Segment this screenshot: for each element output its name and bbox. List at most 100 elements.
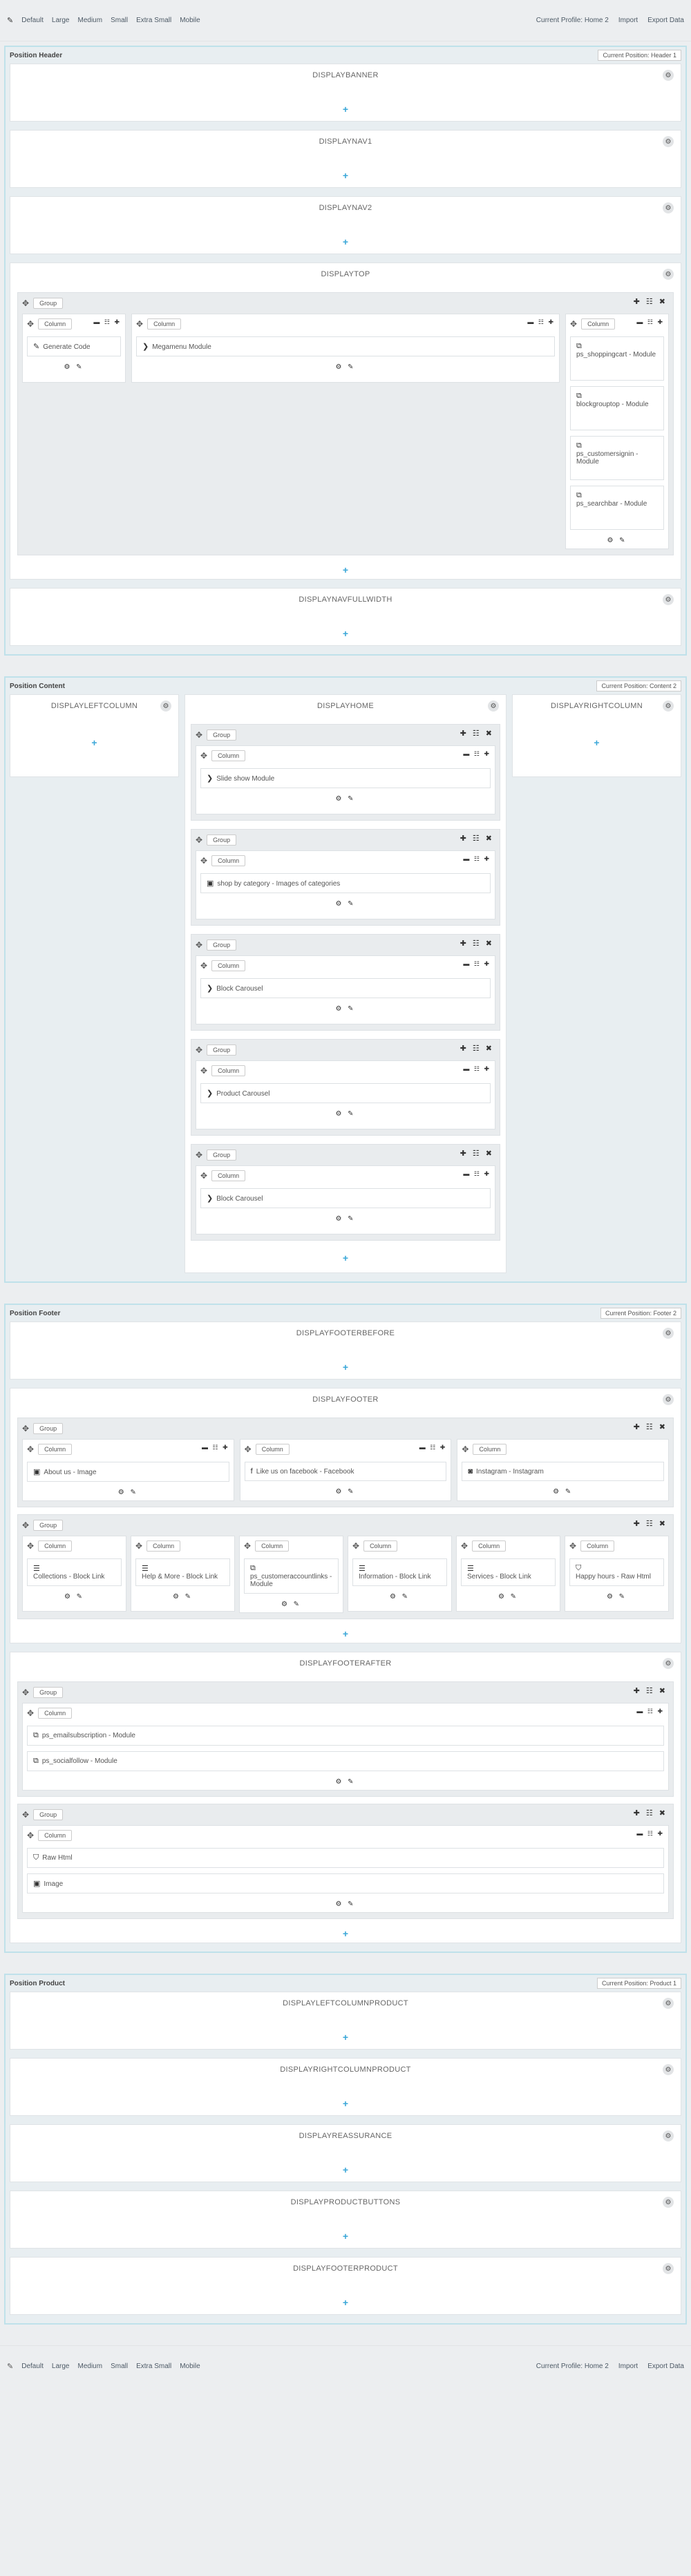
column-dropdown[interactable]: Column bbox=[255, 1444, 290, 1455]
group-tools[interactable]: ✚ ☷ ✖ bbox=[460, 1044, 494, 1053]
device-extra-small[interactable]: Extra Small bbox=[136, 2363, 171, 2370]
column-dropdown[interactable]: Column bbox=[580, 1540, 615, 1552]
gear-icon[interactable]: ⚙ bbox=[663, 2130, 674, 2141]
column-dropdown[interactable]: Column bbox=[211, 1065, 246, 1076]
move-icon[interactable]: ✥ bbox=[22, 1688, 29, 1697]
gear-icon[interactable]: ⚙ bbox=[663, 2064, 674, 2075]
group-dropdown[interactable]: Group bbox=[207, 939, 237, 951]
gear-icon[interactable]: ⚙ bbox=[663, 700, 674, 712]
module-raw-html[interactable]: ⛉ Raw Html bbox=[27, 1848, 664, 1868]
move-icon[interactable]: ✥ bbox=[22, 298, 29, 308]
column-actions[interactable]: ⚙ ✎ bbox=[200, 1110, 491, 1118]
column-actions[interactable]: ⚙ ✎ bbox=[27, 1593, 122, 1601]
add-icon[interactable]: + bbox=[10, 2293, 681, 2311]
column-tools[interactable]: ▬ ☷ ✚ bbox=[527, 318, 555, 326]
move-icon[interactable]: ✥ bbox=[200, 856, 207, 866]
add-icon[interactable]: + bbox=[513, 734, 681, 752]
column-tools[interactable]: ▬ ☷ ✚ bbox=[636, 318, 664, 326]
gear-icon[interactable]: ⚙ bbox=[663, 1998, 674, 2009]
column-tools[interactable]: ▬ ☷ ✚ bbox=[463, 960, 491, 968]
group-dropdown[interactable]: Group bbox=[33, 1423, 64, 1434]
module-slideshow[interactable]: ❯ Slide show Module bbox=[200, 768, 491, 788]
column-dropdown[interactable]: Column bbox=[38, 1444, 73, 1455]
gear-icon[interactable]: ⚙ bbox=[663, 1658, 674, 1669]
module-emailsubscription[interactable]: ⧉ ps_emailsubscription - Module bbox=[27, 1726, 664, 1746]
column-actions[interactable]: ⚙ ✎ bbox=[570, 537, 664, 544]
group-tools[interactable]: ✚ ☷ ✖ bbox=[634, 297, 668, 306]
module-about-us[interactable]: ▣ About us - Image bbox=[27, 1462, 229, 1482]
gear-icon[interactable]: ⚙ bbox=[663, 202, 674, 213]
module-socialfollow[interactable]: ⧉ ps_socialfollow - Module bbox=[27, 1751, 664, 1771]
add-icon[interactable]: + bbox=[10, 624, 681, 642]
device-extra-small[interactable]: Extra Small bbox=[136, 17, 171, 24]
module-collections[interactable]: ☰ Collections - Block Link bbox=[27, 1558, 122, 1586]
group-dropdown[interactable]: Group bbox=[207, 834, 237, 846]
column-actions[interactable]: ⚙ ✎ bbox=[244, 1601, 339, 1608]
device-mobile[interactable]: Mobile bbox=[180, 17, 200, 24]
module-shop-by-category[interactable]: ▣ shop by category - Images of categories bbox=[200, 873, 491, 893]
device-large[interactable]: Large bbox=[52, 17, 70, 24]
module-instagram[interactable]: ◙ Instagram - Instagram bbox=[462, 1462, 665, 1481]
column-dropdown[interactable]: Column bbox=[472, 1540, 507, 1552]
import-button[interactable]: Import bbox=[618, 2363, 638, 2370]
group-tools[interactable]: ✚ ☷ ✖ bbox=[634, 1686, 668, 1695]
group-dropdown[interactable]: Group bbox=[33, 1520, 64, 1531]
move-icon[interactable]: ✥ bbox=[27, 1831, 34, 1840]
column-dropdown[interactable]: Column bbox=[255, 1540, 290, 1552]
import-button[interactable]: Import bbox=[618, 17, 638, 24]
group-dropdown[interactable]: Group bbox=[33, 1809, 64, 1820]
move-icon[interactable]: ✥ bbox=[462, 1444, 468, 1454]
gear-icon[interactable]: ⚙ bbox=[663, 70, 674, 81]
device-mobile[interactable]: Mobile bbox=[180, 2363, 200, 2370]
group-dropdown[interactable]: Group bbox=[207, 1044, 237, 1056]
add-icon[interactable]: + bbox=[10, 2161, 681, 2179]
module-megamenu[interactable]: ❯ Megamenu Module bbox=[136, 336, 555, 356]
current-profile-button[interactable]: Current Profile: Home 2 bbox=[536, 17, 609, 24]
export-button[interactable]: Export Data bbox=[647, 17, 684, 24]
group-tools[interactable]: ✚ ☷ ✖ bbox=[460, 729, 494, 738]
column-actions[interactable]: ⚙ ✎ bbox=[200, 1215, 491, 1223]
column-actions[interactable]: ⚙ ✎ bbox=[27, 1489, 229, 1496]
device-large[interactable]: Large bbox=[52, 2363, 70, 2370]
add-icon[interactable]: + bbox=[10, 2095, 681, 2112]
group-tools[interactable]: ✚ ☷ ✖ bbox=[460, 1149, 494, 1158]
gear-icon[interactable]: ⚙ bbox=[663, 594, 674, 605]
column-tools[interactable]: ▬ ☷ ✚ bbox=[463, 1170, 491, 1178]
move-icon[interactable]: ✥ bbox=[135, 1541, 142, 1551]
column-actions[interactable]: ⚙ ✎ bbox=[569, 1593, 664, 1601]
add-icon[interactable]: + bbox=[10, 166, 681, 184]
move-icon[interactable]: ✥ bbox=[27, 1444, 34, 1454]
module-blockgrouptop[interactable]: ⧉ blockgrouptop - Module bbox=[570, 386, 664, 430]
column-dropdown[interactable]: Column bbox=[211, 750, 246, 761]
export-button[interactable]: Export Data bbox=[647, 2363, 684, 2370]
module-facebook[interactable]: f Like us on facebook - Facebook bbox=[244, 1462, 447, 1481]
move-icon[interactable]: ✥ bbox=[22, 1810, 29, 1820]
add-icon[interactable]: + bbox=[10, 233, 681, 251]
column-tools[interactable]: ▬ ☷ ✚ bbox=[419, 1444, 447, 1451]
add-icon[interactable]: + bbox=[10, 734, 178, 752]
position-profile-button[interactable]: Current Position: Product 1 bbox=[596, 1978, 681, 1989]
column-dropdown[interactable]: Column bbox=[38, 1830, 73, 1841]
add-icon[interactable]: + bbox=[185, 1249, 506, 1267]
column-actions[interactable]: ⚙ ✎ bbox=[200, 795, 491, 803]
group-tools[interactable]: ✚ ☷ ✖ bbox=[634, 1809, 668, 1817]
group-dropdown[interactable]: Group bbox=[33, 1687, 64, 1698]
add-icon[interactable]: + bbox=[10, 561, 681, 579]
move-icon[interactable]: ✥ bbox=[196, 730, 202, 740]
column-tools[interactable]: ▬ ☷ ✚ bbox=[463, 750, 491, 758]
add-icon[interactable]: + bbox=[10, 2227, 681, 2245]
module-happy-hours[interactable]: ⛉ Happy hours - Raw Html bbox=[569, 1558, 664, 1586]
module-help-more[interactable]: ☰ Help & More - Block Link bbox=[135, 1558, 230, 1586]
module-customersignin[interactable]: ⧉ ps_customersignin - Module bbox=[570, 436, 664, 480]
device-medium[interactable]: Medium bbox=[77, 17, 102, 24]
module-image[interactable]: ▣ Image bbox=[27, 1873, 664, 1893]
group-dropdown[interactable]: Group bbox=[207, 729, 237, 741]
module-block-carousel[interactable]: ❯ Block Carousel bbox=[200, 978, 491, 998]
move-icon[interactable]: ✥ bbox=[196, 940, 202, 950]
move-icon[interactable]: ✥ bbox=[200, 961, 207, 971]
move-icon[interactable]: ✥ bbox=[244, 1541, 251, 1551]
pen-icon[interactable]: ✎ bbox=[7, 2362, 13, 2371]
add-icon[interactable]: + bbox=[10, 1625, 681, 1643]
column-dropdown[interactable]: Column bbox=[581, 318, 616, 330]
column-actions[interactable]: ⚙ ✎ bbox=[27, 1900, 664, 1908]
